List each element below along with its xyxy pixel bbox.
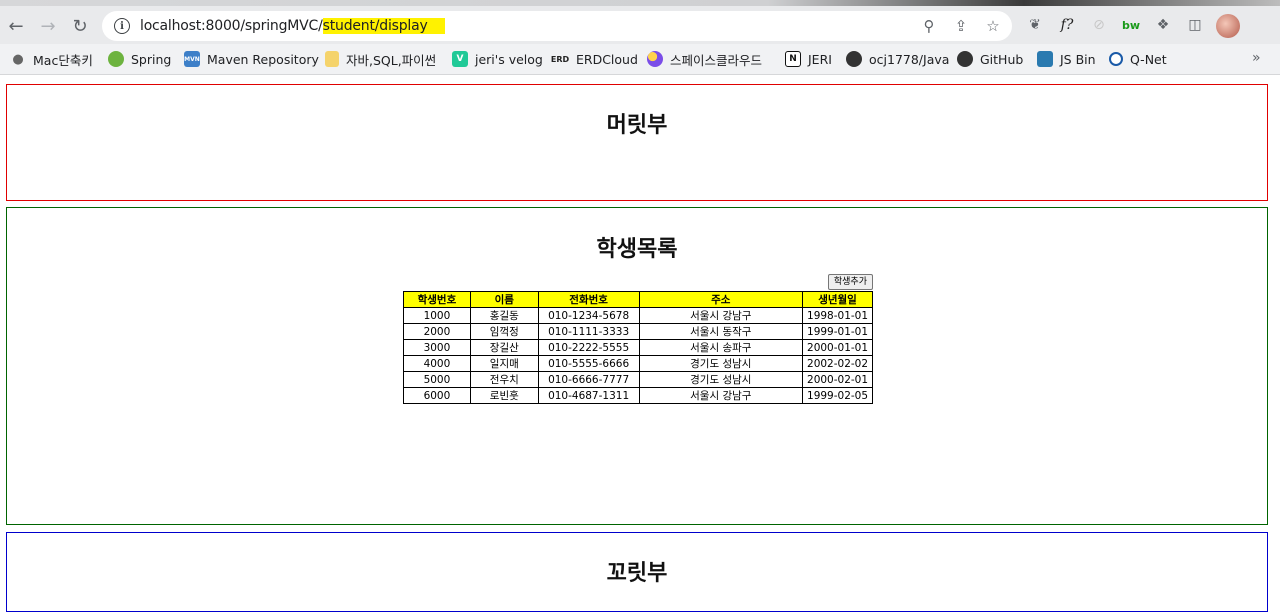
disabled-extension-icon[interactable]: ⊘ [1088, 14, 1110, 36]
student-number: 1000 [403, 307, 471, 324]
content-section: 학생목록 학생추가 학생번호 이름 전화번호 주소 생년월일 1000 홍길동 … [6, 207, 1268, 525]
url-text[interactable]: localhost:8000/springMVC/student/display [140, 18, 445, 34]
github-icon [957, 51, 973, 67]
table-row: 6000 로빈훗 010-4687-1311 서울시 강남구 1999-02-0… [403, 387, 873, 404]
side-panel-icon[interactable]: ◫ [1184, 14, 1206, 36]
column-header: 주소 [638, 291, 804, 308]
footer-section: 꼬릿부 [6, 532, 1268, 612]
profile-avatar[interactable] [1216, 14, 1240, 38]
student-phone: 010-5555-6666 [537, 355, 640, 372]
bookmarks-overflow-button[interactable]: » [1252, 50, 1261, 66]
table-row: 4000 일지매 010-5555-6666 경기도 성남시 2002-02-0… [403, 355, 873, 372]
bookmark-maven-repository[interactable]: MVN Maven Repository [184, 49, 319, 69]
reload-button[interactable]: ↻ [68, 14, 92, 38]
student-birthday: 2000-02-01 [802, 371, 873, 388]
tab-strip [0, 0, 1280, 6]
student-address: 서울시 강남구 [638, 307, 804, 324]
student-name: 일지매 [469, 355, 539, 372]
student-birthday: 1999-01-01 [802, 323, 873, 340]
column-header: 생년월일 [802, 291, 873, 308]
student-name: 전우치 [469, 371, 539, 388]
bookmarks-bar: ● Mac단축키 Spring MVN Maven Repository 자바,… [0, 44, 1280, 75]
student-address: 서울시 강남구 [638, 387, 804, 404]
table-row: 1000 홍길동 010-1234-5678 서울시 강남구 1998-01-0… [403, 307, 873, 324]
bookmark-ocj1778-java[interactable]: ocj1778/Java [846, 49, 949, 69]
bookmark-jsbin[interactable]: JS Bin [1037, 49, 1096, 69]
bookmark-velog[interactable]: V jeri's velog [452, 49, 543, 69]
zoom-icon[interactable]: ⚲ [920, 17, 938, 35]
folder-icon [325, 51, 339, 67]
table-header-row: 학생번호 이름 전화번호 주소 생년월일 [403, 291, 873, 308]
bookmark-folder-java-sql-python[interactable]: 자바,SQL,파이썬 [325, 49, 436, 69]
bookmark-jeri-notion[interactable]: N JERI [785, 49, 832, 69]
page-title: 학생목록 [596, 237, 678, 262]
student-birthday: 2002-02-02 [802, 355, 873, 372]
student-table: 학생번호 이름 전화번호 주소 생년월일 1000 홍길동 010-1234-5… [403, 291, 873, 404]
student-address: 서울시 송파구 [638, 339, 804, 356]
table-row: 3000 장길산 010-2222-5555 서울시 송파구 2000-01-0… [403, 339, 873, 356]
bookmark-spring[interactable]: Spring [108, 49, 171, 69]
jsbin-icon [1037, 51, 1053, 67]
qnet-icon [1109, 52, 1123, 66]
info-icon[interactable]: i [114, 18, 130, 34]
student-address: 경기도 성남시 [638, 355, 804, 372]
spring-leaf-icon [108, 51, 124, 67]
bookmark-qnet[interactable]: Q-Net [1109, 49, 1167, 69]
student-phone: 010-4687-1311 [537, 387, 640, 404]
student-address: 경기도 성남시 [638, 371, 804, 388]
student-address: 서울시 동작구 [638, 323, 804, 340]
column-header: 이름 [469, 291, 539, 308]
arrow-left-icon: ← [8, 15, 24, 37]
star-icon[interactable]: ☆ [984, 17, 1002, 35]
student-birthday: 1999-02-05 [802, 387, 873, 404]
column-header: 학생번호 [403, 291, 471, 308]
github-icon [846, 51, 862, 67]
student-name: 임꺽정 [469, 323, 539, 340]
address-bar[interactable]: i localhost:8000/springMVC/student/displ… [102, 11, 1012, 41]
bookmark-spacecloud[interactable]: 스페이스클라우드 [647, 49, 762, 69]
forward-button[interactable]: → [36, 14, 60, 38]
footer-title: 꼬릿부 [606, 561, 668, 586]
student-phone: 010-1111-3333 [537, 323, 640, 340]
student-name: 홍길동 [469, 307, 539, 324]
student-phone: 010-6666-7777 [537, 371, 640, 388]
header-title: 머릿부 [606, 113, 668, 138]
bookmark-github[interactable]: GitHub [957, 49, 1023, 69]
spacecloud-icon [647, 51, 663, 67]
font-extension-icon[interactable]: f? [1056, 14, 1078, 36]
share-icon[interactable]: ⇪ [952, 17, 970, 35]
eyedropper-extension-icon[interactable]: ❦ [1024, 14, 1046, 36]
student-number: 5000 [403, 371, 471, 388]
bookmark-mac-shortcuts[interactable]: ● Mac단축키 [10, 49, 93, 69]
student-phone: 010-2222-5555 [537, 339, 640, 356]
browser-toolbar: ← → ↻ i localhost:8000/springMVC/student… [0, 0, 1280, 44]
arrow-right-icon: → [40, 15, 56, 37]
erd-icon: ERD [550, 54, 570, 64]
notion-icon: N [785, 51, 801, 67]
student-birthday: 1998-01-01 [802, 307, 873, 324]
apple-icon: ● [12, 51, 24, 67]
bookmark-erdcloud[interactable]: ERD ERDCloud [551, 49, 638, 69]
student-number: 4000 [403, 355, 471, 372]
student-number: 6000 [403, 387, 471, 404]
reload-icon: ↻ [72, 15, 88, 37]
header-section: 머릿부 [6, 84, 1268, 201]
add-student-button[interactable]: 학생추가 [827, 274, 873, 290]
column-header: 전화번호 [537, 291, 640, 308]
velog-icon: V [452, 51, 468, 67]
student-number: 2000 [403, 323, 471, 340]
bw-extension-icon[interactable]: bw [1120, 14, 1142, 36]
puzzle-extensions-icon[interactable]: ❖ [1152, 14, 1174, 36]
maven-icon: MVN [184, 51, 200, 67]
table-row: 2000 임꺽정 010-1111-3333 서울시 동작구 1999-01-0… [403, 323, 873, 340]
back-button[interactable]: ← [4, 14, 28, 38]
student-birthday: 2000-01-01 [802, 339, 873, 356]
student-phone: 010-1234-5678 [537, 307, 640, 324]
url-highlight: student/display [322, 18, 428, 34]
student-name: 로빈훗 [469, 387, 539, 404]
student-number: 3000 [403, 339, 471, 356]
student-name: 장길산 [469, 339, 539, 356]
table-row: 5000 전우치 010-6666-7777 경기도 성남시 2000-02-0… [403, 371, 873, 388]
url-prefix: localhost:8000/springMVC/ [140, 18, 323, 34]
